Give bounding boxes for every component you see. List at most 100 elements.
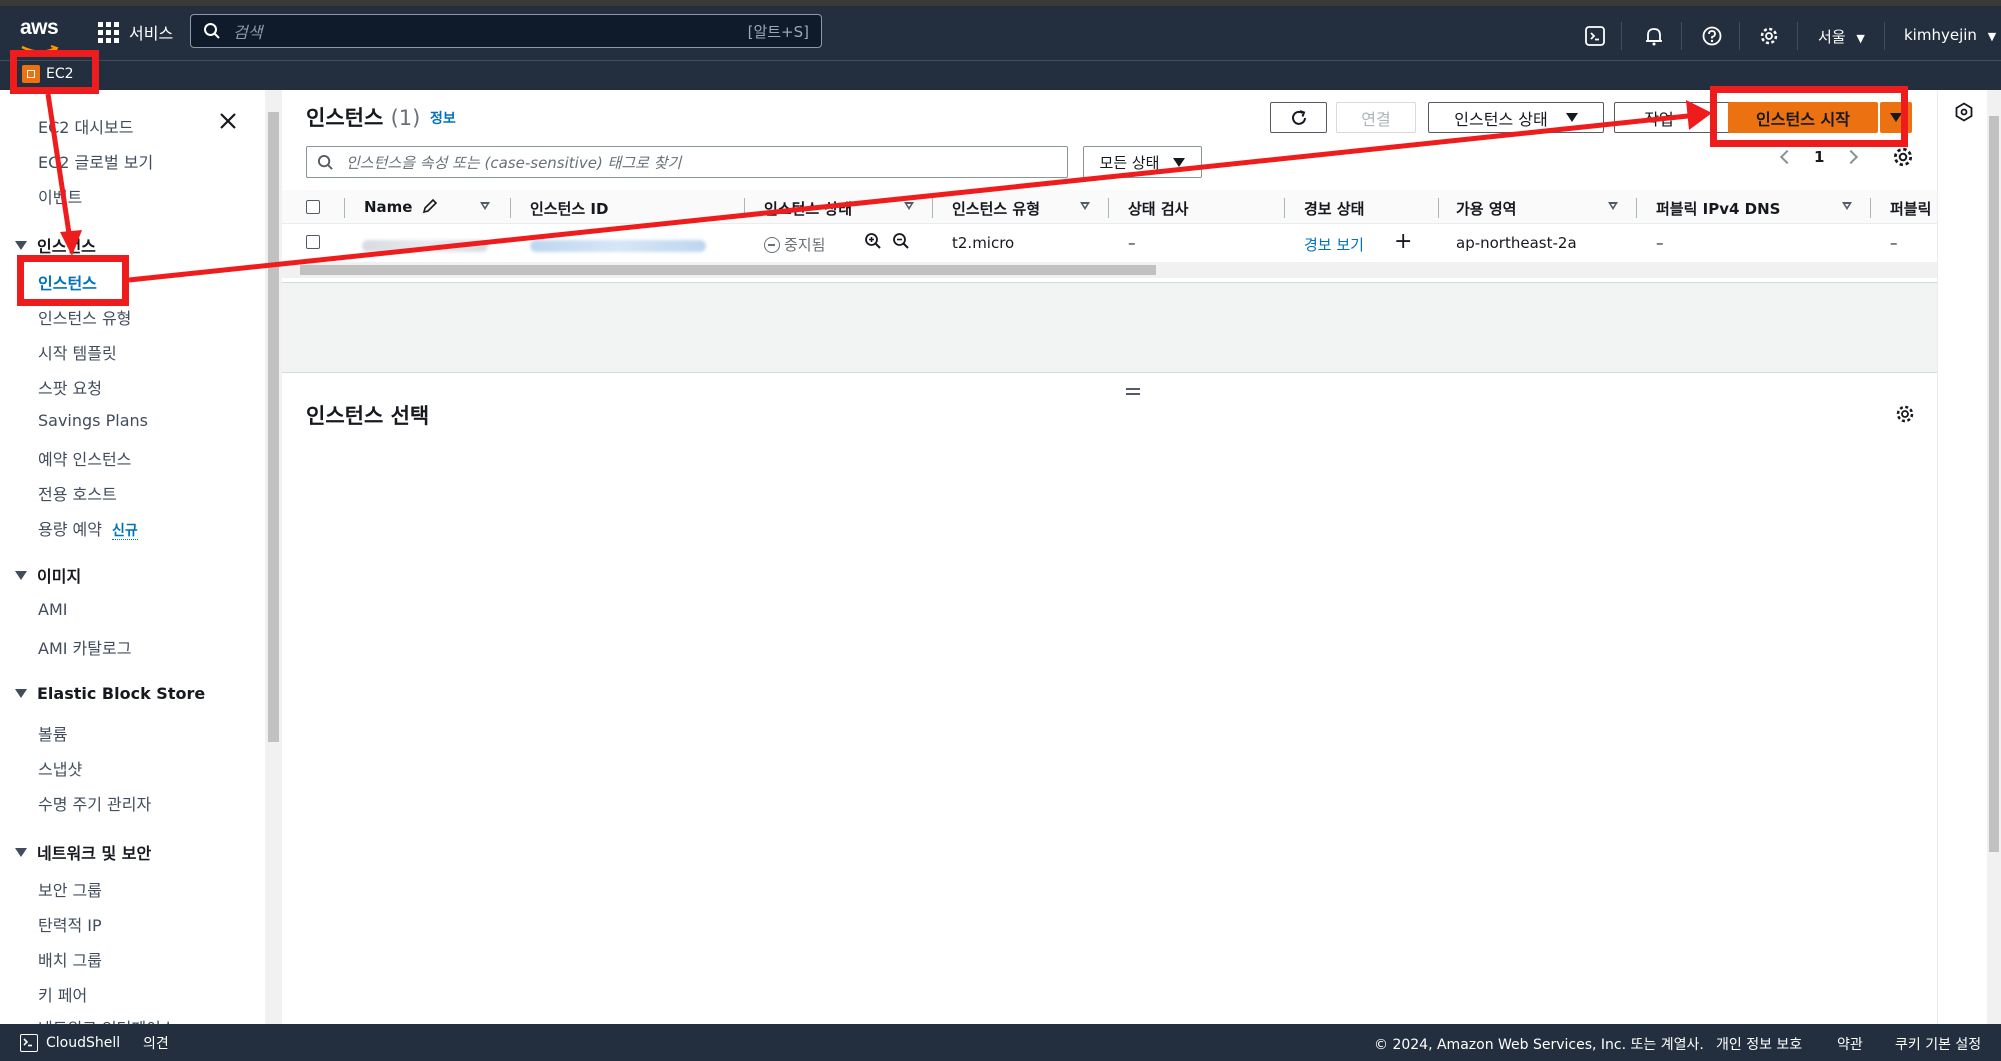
- sidebar-item-instance-types[interactable]: 인스턴스 유형: [38, 305, 131, 329]
- add-alarm-plus-icon[interactable]: +: [1394, 229, 1412, 254]
- row-select-checkbox[interactable]: [306, 235, 320, 249]
- zoom-out-icon[interactable]: [892, 232, 910, 254]
- cloudshell-icon: [20, 1034, 38, 1052]
- column-header-availability-zone[interactable]: 가용 영역: [1456, 198, 1516, 219]
- account-menu[interactable]: kimhyejin ▼: [1904, 26, 1996, 44]
- sidebar-item-snapshots[interactable]: 스냅샷: [38, 756, 82, 780]
- settings-gear-icon[interactable]: [1757, 24, 1781, 48]
- sidebar-item-security-groups[interactable]: 보안 그룹: [38, 877, 102, 901]
- column-header-instance-state[interactable]: 인스턴스 상태: [764, 198, 852, 219]
- sidebar-item-network-interfaces[interactable]: 네트워크 인터페이스: [38, 1015, 176, 1024]
- sidebar-item-volumes[interactable]: 볼륨: [38, 721, 67, 745]
- connect-button[interactable]: 연결: [1336, 102, 1416, 133]
- table-preferences-gear-icon[interactable]: [1892, 146, 1914, 168]
- sidebar-item-dedicated-hosts[interactable]: 전용 호스트: [38, 481, 117, 505]
- notifications-bell-icon[interactable]: [1642, 24, 1666, 48]
- footer-bar: CloudShell 의견 © 2024, Amazon Web Service…: [0, 1024, 2001, 1061]
- sidebar-group-images[interactable]: 이미지: [15, 563, 81, 587]
- sort-icon[interactable]: [904, 202, 914, 210]
- sidebar-item-global-view[interactable]: EC2 글로벌 보기: [38, 149, 153, 173]
- sidebar-group-network-security[interactable]: 네트워크 및 보안: [15, 840, 151, 864]
- column-header-alarm-status[interactable]: 경보 상태: [1304, 198, 1364, 219]
- sidebar-item-launch-templates[interactable]: 시작 템플릿: [38, 340, 117, 364]
- sidebar-item-lifecycle-manager[interactable]: 수명 주기 관리자: [38, 791, 151, 815]
- instance-state-button[interactable]: 인스턴스 상태: [1428, 102, 1604, 133]
- sidebar-item-ami-catalog[interactable]: AMI 카탈로그: [38, 635, 131, 659]
- caret-down-icon: [15, 570, 27, 580]
- column-header-public-dns[interactable]: 퍼블릭 IPv4 DNS: [1656, 198, 1780, 219]
- page-scrollbar-thumb[interactable]: [1989, 116, 1999, 852]
- actions-label: 작업: [1644, 109, 1674, 129]
- feedback-link[interactable]: 의견: [143, 1033, 169, 1053]
- sidebar-item-reserved-instances[interactable]: 예약 인스턴스: [38, 446, 131, 470]
- status-check-cell: –: [1128, 234, 1136, 252]
- detail-preferences-gear-icon[interactable]: [1895, 404, 1915, 428]
- column-header-status-check[interactable]: 상태 검사: [1128, 198, 1188, 219]
- region-selector[interactable]: 서울 ▼: [1818, 26, 1865, 47]
- service-breadcrumb-bar: EC2: [0, 60, 2001, 90]
- zoom-in-icon[interactable]: [864, 232, 882, 254]
- instance-id-link-redacted[interactable]: i-0████████████████: [530, 240, 706, 252]
- caret-down-icon: ▼: [1987, 30, 1997, 43]
- resize-handle-icon[interactable]: [1126, 388, 1140, 398]
- group-title: 이미지: [37, 567, 82, 586]
- column-header-public-ip[interactable]: 퍼블릭: [1890, 198, 1937, 219]
- current-page[interactable]: 1: [1814, 148, 1824, 166]
- select-all-checkbox[interactable]: [306, 200, 320, 214]
- sidebar-item-savings-plans[interactable]: Savings Plans: [38, 411, 148, 430]
- panel-splitter[interactable]: [282, 372, 1937, 373]
- sidebar-item-ec2-dashboard[interactable]: EC2 대시보드: [38, 114, 133, 138]
- sidebar-group-ebs[interactable]: Elastic Block Store: [15, 684, 205, 703]
- cloudshell-button[interactable]: CloudShell: [20, 1034, 120, 1052]
- sidebar-item-events[interactable]: 이벤트: [38, 184, 82, 208]
- cookie-preferences-link[interactable]: 쿠키 기본 설정: [1895, 1034, 1981, 1054]
- column-label: Name: [364, 198, 413, 216]
- account-name: kimhyejin: [1904, 26, 1977, 44]
- services-menu-button[interactable]: 서비스: [98, 20, 173, 44]
- sidebar-item-spot-requests[interactable]: 스팟 요청: [38, 375, 102, 399]
- aws-logo[interactable]: aws: [20, 16, 62, 54]
- column-divider: [1284, 198, 1285, 218]
- refresh-icon: [1291, 109, 1306, 125]
- terms-link[interactable]: 약관: [1837, 1034, 1863, 1054]
- search-shortcut-hint: [알트+S]: [747, 22, 809, 41]
- cloudshell-icon[interactable]: [1583, 24, 1607, 48]
- nav-divider: [1681, 22, 1682, 50]
- refresh-button[interactable]: [1270, 102, 1327, 133]
- sort-icon[interactable]: [1608, 202, 1618, 210]
- sidebar-scrollbar-thumb[interactable]: [268, 112, 279, 742]
- state-filter-select[interactable]: 모든 상태: [1083, 146, 1202, 178]
- sidebar-item-capacity-reservations[interactable]: 용량 예약 신규: [38, 516, 138, 540]
- column-header-instance-type[interactable]: 인스턴스 유형: [952, 198, 1040, 219]
- help-icon[interactable]: [1700, 24, 1724, 48]
- privacy-link[interactable]: 개인 정보 보호: [1716, 1034, 1802, 1054]
- sort-icon[interactable]: [1080, 202, 1090, 210]
- sort-icon[interactable]: [480, 202, 490, 210]
- caret-down-icon: [1691, 113, 1704, 122]
- close-sidebar-icon[interactable]: [219, 112, 237, 134]
- global-search-input[interactable]: 검색 [알트+S]: [190, 14, 822, 48]
- sidebar-item-key-pairs[interactable]: 키 페어: [38, 982, 87, 1006]
- next-page-icon[interactable]: [1844, 149, 1859, 165]
- table-row[interactable]: ████████████ i-0████████████████ 중지됨 t2.…: [282, 224, 1937, 260]
- sidebar-item-placement-groups[interactable]: 배치 그룹: [38, 947, 102, 971]
- sidebar-item-elastic-ips[interactable]: 탄력적 IP: [38, 912, 102, 936]
- annotation-box-launch: [1710, 86, 1908, 147]
- sort-icon[interactable]: [1842, 202, 1852, 210]
- instance-state-label: 인스턴스 상태: [1454, 109, 1548, 129]
- caret-down-icon: ▼: [1856, 32, 1865, 45]
- column-divider: [744, 198, 745, 218]
- column-header-name[interactable]: Name: [364, 198, 438, 216]
- instance-filter-input[interactable]: 인스턴스을 속성 또는 (case-sensitive) 태그로 찾기: [306, 146, 1068, 178]
- column-header-instance-id[interactable]: 인스턴스 ID: [530, 198, 608, 219]
- sidebar-group-instances[interactable]: 인스턴스: [15, 233, 96, 257]
- detail-panel-title: 인스턴스 선택: [306, 404, 430, 428]
- info-link[interactable]: 정보: [430, 108, 456, 128]
- instance-name-redacted: ████████████: [362, 240, 488, 252]
- table-horizontal-scrollbar[interactable]: [282, 262, 1937, 278]
- previous-page-icon[interactable]: [1779, 149, 1795, 165]
- table-scrollbar-thumb[interactable]: [300, 265, 1156, 275]
- view-alarms-link[interactable]: 경보 보기: [1304, 234, 1364, 255]
- sidebar-item-ami[interactable]: AMI: [38, 600, 67, 619]
- utility-panel-icon[interactable]: [1954, 102, 1974, 126]
